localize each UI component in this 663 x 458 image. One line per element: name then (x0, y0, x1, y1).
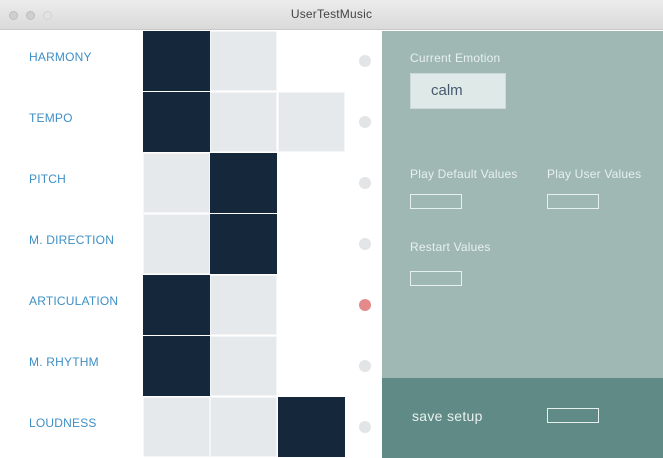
row-indicator[interactable] (359, 360, 371, 372)
row-indicator-active[interactable] (359, 299, 371, 311)
save-setup-button[interactable] (547, 408, 599, 423)
window-title: UserTestMusic (290, 7, 373, 21)
parameter-cell[interactable] (278, 336, 345, 396)
row-indicator[interactable] (359, 177, 371, 189)
parameter-cell[interactable] (143, 153, 210, 213)
row-indicator[interactable] (359, 55, 371, 67)
parameter-cell[interactable] (278, 397, 345, 457)
parameter-cell[interactable] (278, 153, 345, 213)
restart-values-button[interactable] (410, 271, 462, 286)
current-emotion-value: calm (410, 73, 506, 109)
parameter-label: LOUDNESS (29, 416, 97, 430)
parameter-cell[interactable] (143, 336, 210, 396)
parameter-row: LOUDNESS (0, 397, 382, 458)
parameter-cell[interactable] (278, 275, 345, 335)
parameter-cell[interactable] (143, 275, 210, 335)
parameter-label: M. RHYTHM (29, 355, 99, 369)
parameter-label: HARMONY (29, 50, 92, 64)
parameter-row: ARTICULATION (0, 275, 382, 336)
parameter-cell[interactable] (210, 153, 277, 213)
row-indicator[interactable] (359, 116, 371, 128)
parameter-cell[interactable] (278, 214, 345, 274)
restart-values-label: Restart Values (410, 240, 491, 254)
parameter-cell[interactable] (210, 275, 277, 335)
play-user-button[interactable] (547, 194, 599, 209)
parameter-cell[interactable] (210, 336, 277, 396)
save-setup-label: save setup (412, 408, 483, 424)
parameter-cell[interactable] (210, 214, 277, 274)
parameter-row: HARMONY (0, 31, 382, 92)
row-indicator[interactable] (359, 421, 371, 433)
current-emotion-label: Current Emotion (410, 51, 501, 65)
control-panel: Current Emotion calm Play Default Values… (382, 31, 663, 378)
parameter-label: TEMPO (29, 111, 73, 125)
parameter-cell[interactable] (143, 397, 210, 457)
parameter-cell[interactable] (278, 31, 345, 91)
play-user-label: Play User Values (547, 167, 642, 181)
title-bar: UserTestMusic (0, 0, 663, 30)
parameter-cell[interactable] (210, 31, 277, 91)
parameter-row: M. DIRECTION (0, 214, 382, 275)
parameter-grid: HARMONY TEMPO PITCH M. DIRECTION ARTICULATIO… (0, 31, 382, 458)
play-default-label: Play Default Values (410, 167, 518, 181)
parameter-label: ARTICULATION (29, 294, 119, 308)
parameter-row: TEMPO (0, 92, 382, 153)
row-indicator[interactable] (359, 238, 371, 250)
parameter-cell[interactable] (143, 214, 210, 274)
parameter-cell[interactable] (210, 397, 277, 457)
parameter-cell[interactable] (143, 31, 210, 91)
parameter-label: M. DIRECTION (29, 233, 115, 247)
parameter-row: M. RHYTHM (0, 336, 382, 397)
save-panel: save setup (382, 378, 663, 458)
app-window: UserTestMusic HARMONY TEMPO PITCH M. DIRECT… (0, 0, 663, 458)
parameter-label: PITCH (29, 172, 66, 186)
parameter-row: PITCH (0, 153, 382, 214)
play-default-button[interactable] (410, 194, 462, 209)
parameter-cell[interactable] (143, 92, 210, 152)
parameter-cell[interactable] (278, 92, 345, 152)
parameter-cell[interactable] (210, 92, 277, 152)
